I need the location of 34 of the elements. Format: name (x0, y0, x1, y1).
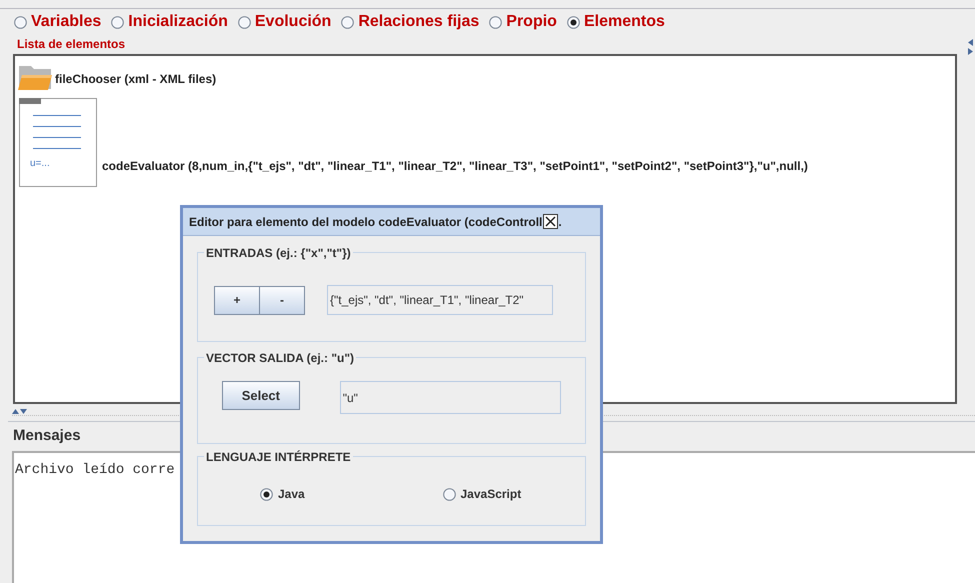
scroll-left-icon[interactable] (968, 39, 974, 46)
code-file-icon: u=... (19, 98, 97, 187)
radio-button[interactable] (442, 488, 456, 500)
tab[interactable]: Elementos (566, 10, 665, 34)
radio-button[interactable] (489, 16, 502, 28)
title-ellipsis: . (558, 214, 562, 230)
add-button[interactable]: + (214, 286, 260, 314)
output-field[interactable]: "u" (340, 381, 561, 414)
close-icon[interactable] (543, 214, 558, 229)
tab[interactable]: Evolución (238, 10, 332, 34)
radio-option[interactable]: Java (260, 485, 305, 503)
inputs-field[interactable]: {"t_ejs", "dt", "linear_T1", "linear_T2" (327, 285, 553, 315)
up-arrow-icon[interactable] (12, 409, 19, 414)
radio-option[interactable]: JavaScript (442, 485, 522, 503)
messages-title: Mensajes (12, 426, 81, 446)
tab[interactable]: Propio (489, 10, 557, 34)
radio-button[interactable] (341, 16, 354, 28)
radio-button[interactable] (238, 16, 251, 28)
tab[interactable]: Variables (14, 10, 102, 34)
panel-title: Lista de elementos (16, 36, 126, 53)
element-label[interactable]: fileChooser (xml - XML files) (55, 70, 216, 88)
tab[interactable]: Relaciones fijas (341, 10, 480, 34)
message-text: Archivo leído corre (14, 462, 175, 478)
dialog-title: Editor para elemento del modelo codeEvaluator (codeControll (189, 214, 542, 230)
tab[interactable]: Inicialización (111, 10, 228, 34)
down-arrow-icon[interactable] (20, 409, 27, 414)
select-button[interactable]: Select (222, 381, 300, 410)
radio-button[interactable] (111, 16, 124, 28)
remove-button[interactable]: - (259, 286, 305, 314)
scroll-right-icon[interactable] (968, 48, 974, 55)
radio-button[interactable] (260, 488, 273, 500)
radio-button[interactable] (14, 16, 27, 28)
element-label[interactable]: codeEvaluator (8,num_in,{"t_ejs", "dt", "linear_T1", "linear_T2", "linear_T3", "setPoint1", "setPoint2", "setPoint3"},"u",null,) (102, 157, 808, 175)
radio-button[interactable] (566, 16, 580, 28)
